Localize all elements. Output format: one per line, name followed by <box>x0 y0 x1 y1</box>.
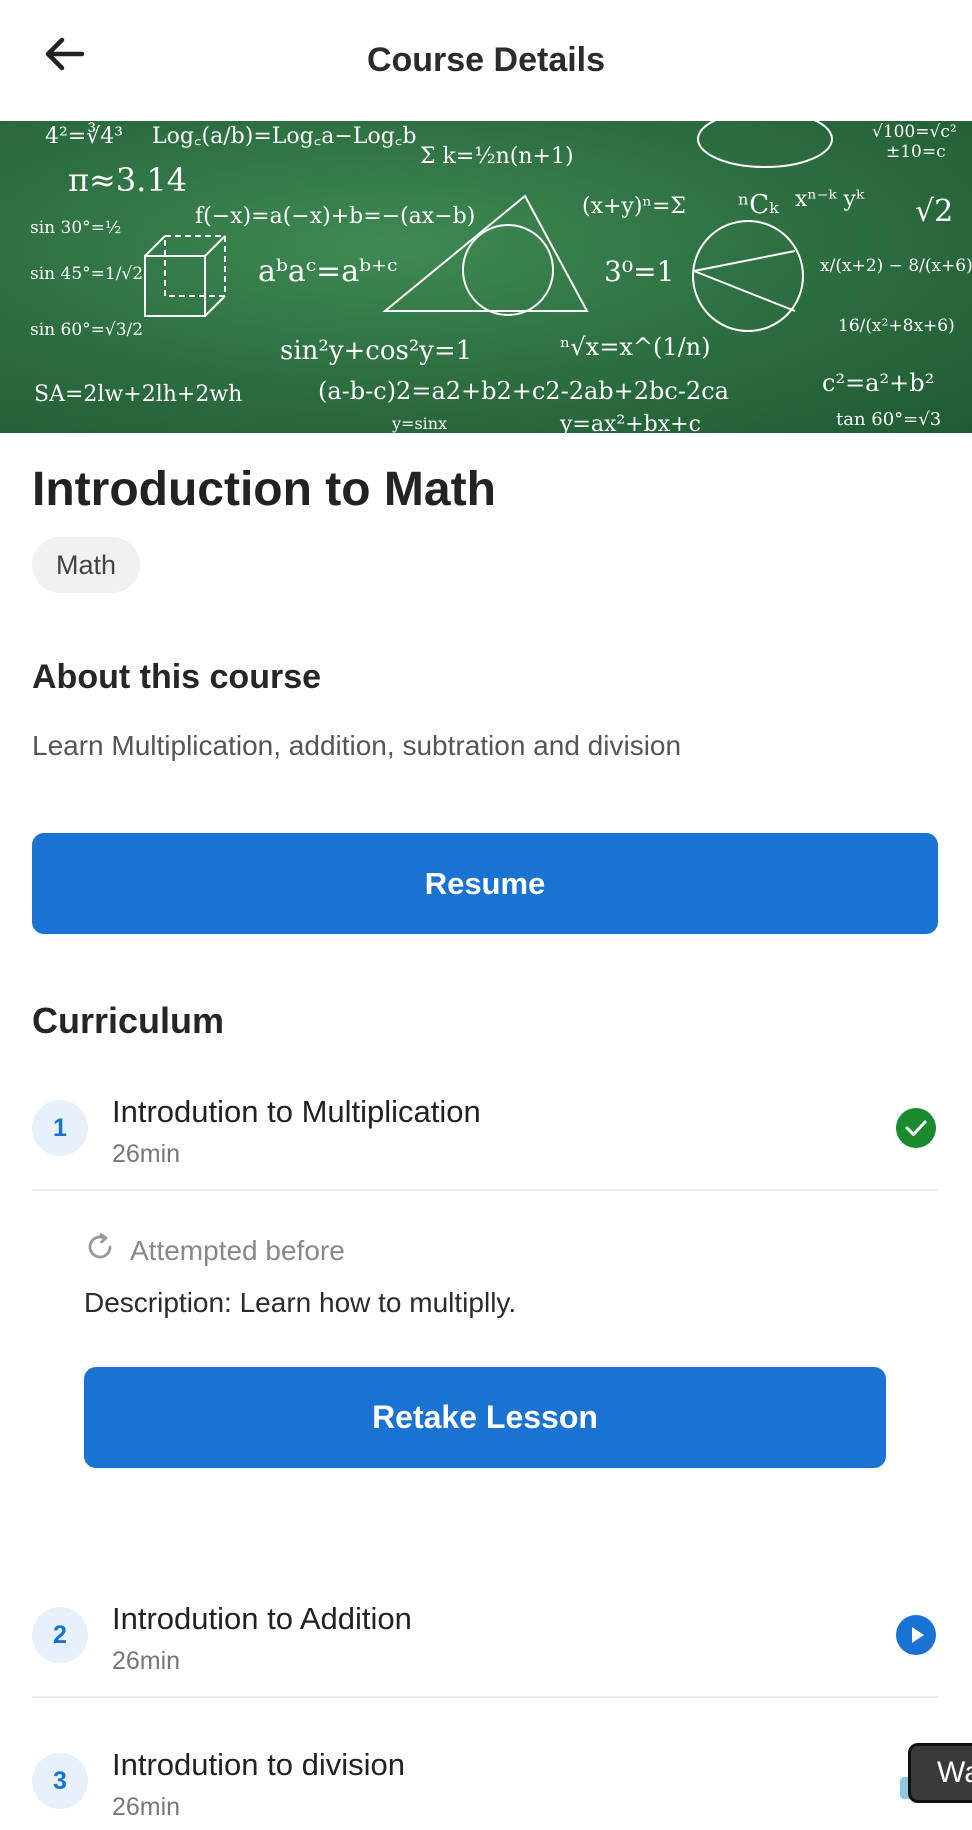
attempted-status: Attempted before <box>84 1231 345 1270</box>
back-button[interactable] <box>36 32 92 80</box>
formula-text: xⁿ⁻ᵏ yᵏ <box>795 187 865 212</box>
attempted-label: Attempted before <box>130 1234 345 1266</box>
formula-text: 16/(x²+8x+6) <box>838 316 955 336</box>
play-circle-icon[interactable] <box>896 1615 936 1655</box>
formula-text: sin 45°=1/√2 <box>30 264 143 284</box>
lesson-item-1[interactable]: 1 Introdution to Multiplication 26min <box>32 1074 938 1174</box>
course-banner-image: 4²=∛4³ Log꜀(a/b)=Log꜀a−Log꜀b Σ k=½n(n+1)… <box>0 121 972 433</box>
formula-text: c²=a²+b² <box>822 369 934 397</box>
formula-text: 4²=∛4³ <box>45 122 123 149</box>
curriculum-heading: Curriculum <box>32 1000 225 1041</box>
formula-text: ⁿCₖ <box>738 190 780 220</box>
formula-text: Σ k=½n(n+1) <box>420 144 574 169</box>
category-tag: Math <box>32 537 141 593</box>
formula-text: SA=2lw+2lh+2wh <box>34 382 242 407</box>
lesson-number: 2 <box>32 1607 88 1663</box>
lesson-duration: 26min <box>112 1647 181 1675</box>
check-circle-icon <box>896 1108 936 1148</box>
divider <box>32 1696 938 1698</box>
divider <box>32 1189 938 1191</box>
lesson-number: 1 <box>32 1100 88 1156</box>
lesson-title: Introdution to division <box>112 1747 405 1782</box>
arrow-left-icon <box>44 36 85 77</box>
formula-text: x/(x+2) − 8/(x+6) = <box>820 256 972 276</box>
retake-lesson-button[interactable]: Retake Lesson <box>84 1367 886 1468</box>
lesson-title: Introdution to Addition <box>112 1601 412 1636</box>
formula-text: tan 60°=√3 <box>836 409 941 430</box>
formula-text: √2 <box>915 194 953 229</box>
resume-button[interactable]: Resume <box>32 833 938 934</box>
floating-widget-label: Wa <box>937 1756 972 1789</box>
lesson-title: Introdution to Multiplication <box>112 1094 481 1129</box>
formula-text: f(−x)=a(−x)+b=−(ax−b) <box>195 204 475 229</box>
formula-text: ⁿ√x=x^(1/n) <box>560 333 711 361</box>
about-heading: About this course <box>32 658 322 696</box>
page-title: Course Details <box>366 41 606 79</box>
lesson-description: Description: Learn how to multiplly. <box>84 1287 517 1318</box>
formula-text: (x+y)ⁿ=Σ <box>582 194 686 219</box>
formula-text: √100=√c² <box>872 122 957 142</box>
lesson-item-2[interactable]: 2 Introdution to Addition 26min <box>32 1581 938 1681</box>
formula-text: 3⁰=1 <box>604 255 674 288</box>
lesson-duration: 26min <box>112 1140 181 1168</box>
formula-text: π≈3.14 <box>68 161 187 199</box>
app-root: Course Details 4²=∛4³ Log꜀(a/b)=Log꜀a−Lo… <box>0 0 972 1830</box>
lesson-item-3[interactable]: 3 Introdution to division 26min <box>32 1727 938 1827</box>
formula-text: (a-b-c)2=a2+b2+c2-2ab+2bc-2ca <box>318 377 729 405</box>
course-title: Introduction to Math <box>32 463 496 516</box>
formula-text: sin 30°=½ <box>30 218 121 238</box>
formula-text: sin²y+cos²y=1 <box>280 336 472 366</box>
formula-text: Log꜀(a/b)=Log꜀a−Log꜀b <box>152 124 417 149</box>
lesson-duration: 26min <box>112 1793 181 1821</box>
floating-widget[interactable]: Wa <box>908 1743 972 1803</box>
formula-text: y=sinx <box>391 414 447 433</box>
formula-text: y=ax²+bx+c <box>559 412 701 433</box>
lesson-number: 3 <box>32 1753 88 1809</box>
about-description: Learn Multiplication, addition, subtrati… <box>32 730 682 761</box>
refresh-icon <box>84 1231 116 1270</box>
formula-text: ±10=c <box>886 142 946 162</box>
formula-text: sin 60°=√3/2 <box>30 320 143 340</box>
top-bar: Course Details <box>0 0 972 121</box>
formula-text: aᵇaᶜ=aᵇ⁺ᶜ <box>258 254 397 289</box>
